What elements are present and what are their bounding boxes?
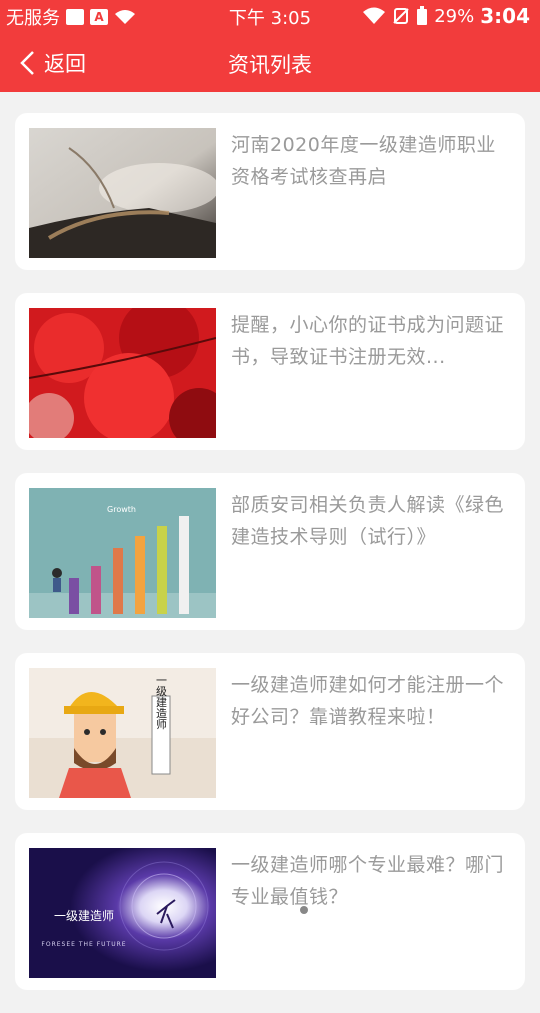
article-card[interactable]: 河南2020年度一级建造师职业资格考试核查再启 [15, 113, 525, 270]
article-title: 一级建造师哪个专业最难？哪门专业最值钱？ [231, 854, 505, 908]
article-thumbnail [29, 308, 216, 438]
nav-bar: 返回 资讯列表 [0, 33, 540, 92]
banner-sub-label: FORESEE THE FUTURE [41, 941, 126, 948]
banner-main-label: 一级建造师 [54, 909, 114, 923]
status-bar: 无服务 A 下午 3:05 29% 3:04 [0, 0, 540, 33]
status-time-secondary: 3:04 [480, 4, 530, 28]
page-title: 资讯列表 [228, 53, 312, 77]
status-right: 29% 3:04 [362, 4, 530, 28]
article-card[interactable]: 一级建造师 FORESEE THE FUTURE 一级建造师哪个专业最难？哪门专… [15, 833, 525, 990]
article-card[interactable]: Growth 部质安司相关负责人解读《绿色建造技术导则（试行）》 [15, 473, 525, 630]
article-list: 河南2020年度一级建造师职业资格考试核查再启 提醒，小心你的证书成为问题证书，… [15, 113, 525, 1013]
no-sim-icon [393, 8, 409, 24]
cert-vertical-label: 一级建造师 [155, 675, 168, 730]
scroll-indicator [300, 906, 308, 914]
growth-label: Growth [107, 505, 136, 514]
article-thumbnail: Growth [29, 488, 216, 618]
article-title: 一级建造师建如何才能注册一个好公司？靠谱教程来啦！ [231, 674, 505, 728]
article-thumbnail: 一级建造师 [29, 668, 216, 798]
article-card[interactable]: 一级建造师 一级建造师建如何才能注册一个好公司？靠谱教程来啦！ [15, 653, 525, 810]
article-title: 部质安司相关负责人解读《绿色建造技术导则（试行）》 [231, 494, 505, 548]
article-thumbnail: 一级建造师 FORESEE THE FUTURE [29, 848, 216, 978]
article-title: 提醒，小心你的证书成为问题证书，导致证书注册无效... [231, 314, 505, 368]
article-card[interactable]: 提醒，小心你的证书成为问题证书，导致证书注册无效... [15, 293, 525, 450]
article-title: 河南2020年度一级建造师职业资格考试核查再启 [231, 134, 496, 188]
battery-percent: 29% [434, 5, 475, 27]
wifi-signal-icon [363, 7, 386, 24]
battery-icon [417, 6, 428, 25]
article-thumbnail [29, 128, 216, 258]
